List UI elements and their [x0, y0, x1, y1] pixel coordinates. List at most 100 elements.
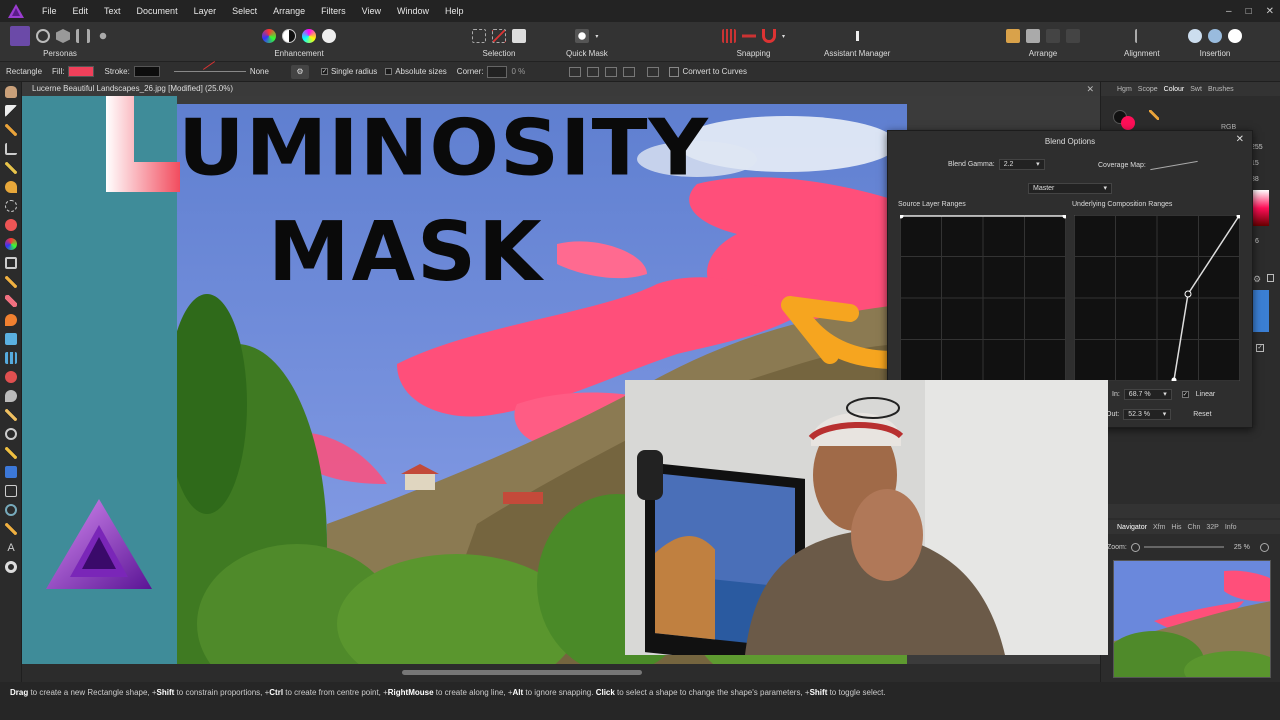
paint-brush-icon[interactable]: [5, 276, 17, 288]
tab-colour[interactable]: Colour: [1164, 86, 1185, 93]
convert-to-curves-button[interactable]: Convert to Curves: [682, 67, 746, 76]
artistic-text-icon[interactable]: A: [5, 542, 17, 554]
eraser-icon[interactable]: [5, 295, 17, 307]
blend-options-close-button[interactable]: ✕: [1236, 134, 1244, 145]
tab-scope[interactable]: Scope: [1138, 86, 1158, 93]
blend-gamma-dropdown[interactable]: 2.2 ▾: [998, 159, 1045, 170]
absolute-sizes-checkbox[interactable]: [385, 68, 393, 75]
quick-mask-icon[interactable]: [575, 29, 590, 43]
pen-tool-icon[interactable]: [5, 447, 17, 459]
layer-settings-icon[interactable]: ⚙: [1253, 274, 1261, 285]
align-top-icon[interactable]: [623, 66, 636, 77]
move-tool-icon[interactable]: [5, 105, 17, 117]
menu-edit[interactable]: Edit: [65, 0, 97, 22]
clone-tool-icon[interactable]: [5, 333, 17, 345]
dodge-tool-icon[interactable]: [5, 314, 17, 326]
mesh-warp-icon[interactable]: [5, 523, 17, 535]
settings-gear-icon[interactable]: ⚙: [290, 64, 309, 79]
affinity-app-icon[interactable]: [8, 4, 26, 18]
rotate-icon[interactable]: [647, 66, 660, 77]
patch-tool-icon[interactable]: [5, 352, 17, 364]
tab-history[interactable]: His: [1171, 524, 1181, 531]
menu-help[interactable]: Help: [437, 0, 472, 22]
fill-swatch[interactable]: [68, 66, 95, 77]
close-window-button[interactable]: ✕: [1266, 6, 1274, 17]
linear-checkbox[interactable]: ✓: [1181, 391, 1189, 398]
snapping-magnet-icon[interactable]: [762, 29, 776, 43]
tab-channels[interactable]: Chn: [1188, 524, 1201, 531]
menu-filters[interactable]: Filters: [313, 0, 354, 22]
scrollbar-thumb[interactable]: [402, 670, 642, 675]
move-to-back-icon[interactable]: [1006, 29, 1020, 43]
flood-select-icon[interactable]: [5, 181, 17, 193]
insert-top-icon[interactable]: [1228, 29, 1242, 43]
horizontal-scrollbar[interactable]: [22, 664, 1108, 682]
eyedropper-icon[interactable]: [1149, 110, 1159, 120]
stroke-width-slider[interactable]: [173, 61, 246, 72]
insert-behind-icon[interactable]: [1208, 29, 1222, 43]
auto-colours-icon[interactable]: [302, 29, 316, 43]
deselect-icon[interactable]: [492, 29, 506, 43]
menu-document[interactable]: Document: [129, 0, 186, 22]
export-persona-icon[interactable]: [96, 29, 110, 43]
tab-histogram[interactable]: Hgm: [1117, 86, 1132, 93]
text-frame-icon[interactable]: [5, 485, 17, 497]
out-value-field[interactable]: 52.3 % ▾: [1123, 409, 1172, 420]
opacity-value[interactable]: 6: [1255, 238, 1259, 245]
move-to-front-icon[interactable]: [1066, 29, 1080, 43]
invert-selection-icon[interactable]: [512, 29, 526, 43]
zoom-value[interactable]: 25 %: [1234, 544, 1250, 551]
quick-mask-dropdown-icon[interactable]: ▾: [595, 33, 598, 40]
maximize-button[interactable]: □: [1246, 6, 1252, 17]
photo-persona-icon[interactable]: [10, 26, 30, 46]
develop-persona-icon[interactable]: [56, 29, 70, 43]
align-right-icon[interactable]: [605, 66, 618, 77]
tab-brushes[interactable]: Brushes: [1208, 86, 1234, 93]
coverage-map-curve[interactable]: [1150, 159, 1198, 171]
underlying-composition-ranges-graph[interactable]: [1074, 215, 1240, 381]
zoom-out-icon[interactable]: [1130, 542, 1140, 552]
menu-file[interactable]: File: [34, 0, 65, 22]
align-left-icon[interactable]: [569, 66, 582, 77]
move-back-one-icon[interactable]: [1026, 29, 1040, 43]
red-eye-tool-icon[interactable]: [5, 371, 17, 383]
tab-swatches[interactable]: Swt: [1190, 86, 1202, 93]
menu-view[interactable]: View: [354, 0, 389, 22]
source-layer-ranges-graph[interactable]: [900, 215, 1066, 381]
in-value-field[interactable]: 68.7 % ▾: [1123, 389, 1172, 400]
tab-32p[interactable]: 32P: [1206, 524, 1218, 531]
channel-dropdown[interactable]: Master ▾: [1028, 183, 1112, 194]
snapping-dropdown-icon[interactable]: ▾: [782, 33, 785, 40]
corner-type-dropdown[interactable]: [487, 65, 508, 78]
zoom-tool-icon[interactable]: [5, 504, 17, 516]
marquee-tool-icon[interactable]: [5, 200, 17, 212]
selection-brush-icon[interactable]: [5, 162, 17, 174]
single-radius-checkbox[interactable]: ✓: [320, 68, 328, 75]
snapping-grid-icon[interactable]: [722, 29, 736, 43]
close-document-button[interactable]: ✕: [1086, 82, 1094, 96]
tone-mapping-persona-icon[interactable]: [76, 29, 90, 43]
stroke-swatch[interactable]: [133, 66, 160, 77]
zoom-slider[interactable]: [1143, 546, 1224, 548]
tab-info[interactable]: Info: [1225, 524, 1237, 531]
minimize-button[interactable]: –: [1226, 6, 1232, 17]
corner-value-field[interactable]: 0 %: [511, 67, 563, 76]
align-icon[interactable]: [1134, 29, 1149, 43]
menu-select[interactable]: Select: [224, 0, 265, 22]
align-center-icon[interactable]: [587, 66, 600, 77]
document-tab[interactable]: Lucerne Beautiful Landscapes_26.jpg [Mod…: [22, 82, 1100, 96]
tab-transform[interactable]: Xfm: [1153, 524, 1165, 531]
sharpen-brush-icon[interactable]: [5, 409, 17, 421]
move-forward-one-icon[interactable]: [1046, 29, 1060, 43]
liquify-persona-icon[interactable]: [36, 29, 50, 43]
fill-colour-circle[interactable]: [1121, 116, 1135, 130]
auto-contrast-icon[interactable]: [282, 29, 296, 43]
snapping-options-icon[interactable]: [742, 29, 756, 43]
colour-gradient-strip[interactable]: [1253, 190, 1269, 226]
menu-text[interactable]: Text: [96, 0, 129, 22]
reset-button[interactable]: Reset: [1193, 411, 1211, 418]
auto-levels-icon[interactable]: [262, 29, 276, 43]
layer-selected-highlight[interactable]: [1253, 290, 1269, 332]
pattern-tool-icon[interactable]: [5, 257, 17, 269]
gradient-tool-icon[interactable]: [5, 238, 17, 250]
